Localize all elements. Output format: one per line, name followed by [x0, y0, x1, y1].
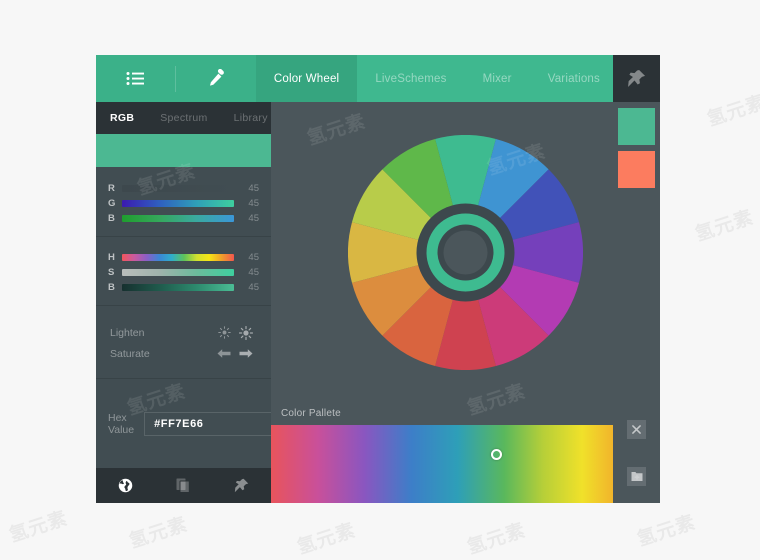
hex-value-label: Hex Value [108, 411, 135, 436]
slider-label-g: G [108, 198, 116, 209]
slider-value-g: 45 [248, 198, 259, 209]
eyedropper-button[interactable] [176, 55, 255, 102]
slider-value-bright: 45 [248, 282, 259, 293]
sun-large-icon[interactable] [235, 325, 257, 340]
color-palette-bar[interactable]: Color Pallete [271, 402, 660, 425]
list-button[interactable] [96, 55, 175, 102]
gradient-strip[interactable] [271, 425, 660, 503]
hex-value-group: Hex Value [96, 378, 318, 468]
right-rail [613, 55, 660, 503]
watermark: 氢元素 [6, 507, 71, 547]
slider-track-b[interactable] [122, 215, 234, 222]
adjust-row-saturate: Saturate [110, 343, 257, 364]
color-wheel-area [271, 102, 660, 402]
slider-track-g[interactable] [122, 200, 234, 207]
slider-track-h[interactable] [122, 254, 234, 261]
arrow-right-icon[interactable] [235, 348, 257, 359]
tab-liveschemes[interactable]: LiveSchemes [357, 55, 464, 102]
color-picker-window: Color Wheel LiveSchemes Mixer Variations… [96, 55, 660, 503]
left-panel: RGB Spectrum Library R 45 G 45 B 45 H 45… [96, 102, 318, 503]
center-panel: Color Pallete [271, 102, 660, 503]
adjust-label-lighten: Lighten [110, 326, 145, 339]
list-icon [126, 71, 145, 86]
tab-color-wheel[interactable]: Color Wheel [255, 55, 358, 102]
arrow-left-icon[interactable] [213, 348, 235, 359]
pin-icon [234, 478, 249, 493]
tab-variations[interactable]: Variations [530, 55, 618, 102]
rail-close-button[interactable] [627, 420, 646, 439]
hsb-slider-group: H 45 S 45 B 45 [96, 236, 271, 305]
left-subtab-bar: RGB Spectrum Library [96, 102, 271, 134]
subtab-rgb[interactable]: RGB [110, 112, 134, 124]
watermark: 氢元素 [294, 519, 359, 559]
slider-row-s: S 45 [108, 265, 259, 280]
slider-track-bright[interactable] [122, 284, 234, 291]
left-footer-toolbar [96, 468, 271, 503]
app-body: RGB Spectrum Library R 45 G 45 B 45 H 45… [96, 102, 660, 503]
color-wheel[interactable] [348, 134, 583, 370]
wheel-hub-inner [443, 230, 488, 274]
slider-row-r: R 45 [108, 181, 259, 196]
slider-row-g: G 45 [108, 196, 259, 211]
tab-mixer[interactable]: Mixer [465, 55, 530, 102]
sun-small-icon[interactable] [213, 326, 235, 339]
slider-label-bright: B [108, 282, 116, 293]
subtab-library[interactable]: Library [234, 112, 268, 124]
globe-icon [118, 478, 133, 493]
slider-label-h: H [108, 252, 116, 263]
slider-track-r[interactable] [122, 185, 234, 192]
eyedropper-icon [206, 68, 226, 89]
adjust-group: Lighten Saturate [96, 305, 271, 378]
slider-label-b: B [108, 213, 116, 224]
slider-track-s[interactable] [122, 269, 234, 276]
slider-row-b: B 45 [108, 211, 259, 226]
watermark: 氢元素 [126, 513, 191, 553]
top-toolbar: Color Wheel LiveSchemes Mixer Variations [96, 55, 660, 102]
slider-value-s: 45 [248, 267, 259, 278]
slider-value-b: 45 [248, 213, 259, 224]
watermark: 氢元素 [692, 206, 757, 246]
rail-pin-button[interactable] [613, 55, 660, 102]
current-color-preview[interactable] [96, 134, 271, 167]
copy-button[interactable] [154, 468, 212, 503]
saved-swatch-orange[interactable] [618, 151, 655, 188]
folder-add-icon [631, 471, 643, 482]
slider-value-h: 45 [248, 252, 259, 263]
adjust-label-saturate: Saturate [110, 347, 150, 360]
slider-label-s: S [108, 267, 115, 278]
slider-row-bright: B 45 [108, 280, 259, 295]
saved-swatch-green[interactable] [618, 108, 655, 145]
watermark: 氢元素 [634, 511, 699, 551]
copy-icon [176, 478, 191, 493]
color-palette-label: Color Pallete [281, 408, 341, 419]
pin-button[interactable] [213, 468, 271, 503]
top-tool-group [96, 55, 256, 102]
tab-bar: Color Wheel LiveSchemes Mixer Variations [255, 55, 618, 102]
rgb-slider-group: R 45 G 45 B 45 [96, 167, 271, 236]
adjust-row-lighten: Lighten [110, 322, 257, 343]
slider-label-r: R [108, 183, 116, 194]
close-icon [632, 425, 641, 434]
globe-button[interactable] [96, 468, 154, 503]
pin-icon [627, 69, 646, 88]
watermark: 氢元素 [704, 91, 760, 131]
slider-value-r: 45 [248, 183, 259, 194]
subtab-spectrum[interactable]: Spectrum [160, 112, 207, 124]
slider-row-h: H 45 [108, 250, 259, 265]
gradient-cursor[interactable] [490, 449, 502, 461]
watermark: 氢元素 [464, 519, 529, 559]
rail-add-folder-button[interactable] [627, 467, 646, 486]
